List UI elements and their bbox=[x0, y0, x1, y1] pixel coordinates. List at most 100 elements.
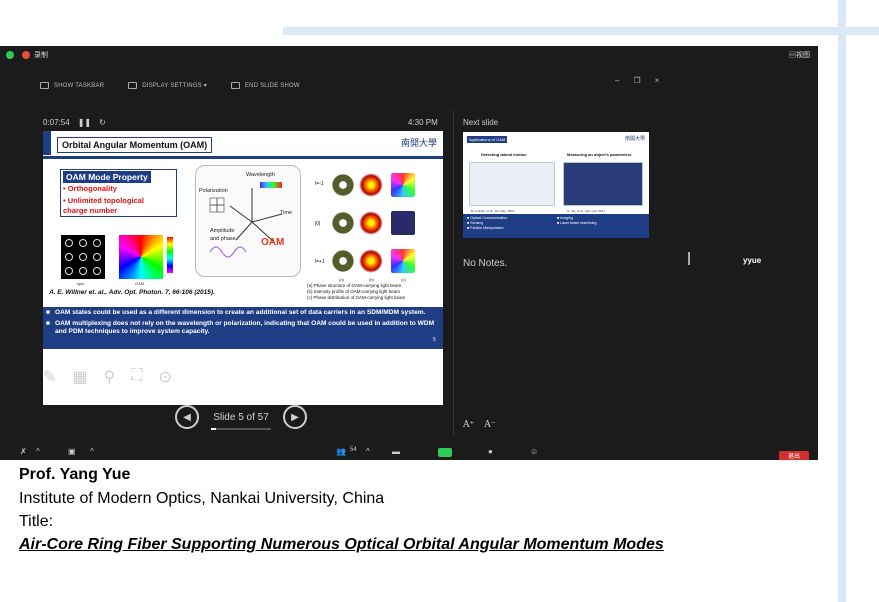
window-controls: – ❐ × bbox=[615, 76, 659, 85]
property-item: charge number bbox=[63, 206, 118, 215]
video-off-icon[interactable]: ▣ bbox=[68, 447, 76, 456]
beam-intensity bbox=[359, 249, 383, 273]
minimize-icon[interactable]: – bbox=[615, 76, 619, 85]
dimensions-diagram: Wavelength Polarization Time Amplitude a… bbox=[195, 165, 301, 277]
slide-reference: A. E. Willner et. al., Adv. Opt. Photon.… bbox=[49, 289, 215, 296]
next-slide-figure-right bbox=[563, 162, 643, 206]
close-icon[interactable]: × bbox=[655, 76, 660, 85]
chat-icon[interactable]: ▬ bbox=[392, 447, 400, 456]
record-button-icon[interactable]: ● bbox=[488, 447, 493, 456]
timer-row: 0:07:54 ❚❚ ↻ bbox=[43, 118, 106, 127]
phase-colorbar bbox=[167, 237, 173, 273]
increase-font-icon[interactable]: A⁺ bbox=[463, 420, 474, 430]
next-slide-heading-left: Detecting lateral motion bbox=[481, 152, 527, 157]
beam-intensity bbox=[359, 211, 383, 235]
end-slide-show-label: END SLIDE SHOW bbox=[244, 82, 300, 89]
decorative-horizontal-line bbox=[283, 27, 879, 35]
row-label: l=+1 bbox=[315, 259, 325, 265]
diagram-axes bbox=[209, 182, 283, 258]
all-slides-icon[interactable]: ▦ bbox=[72, 367, 87, 387]
next-slide-bullet: ■ Particle Manipulation bbox=[467, 226, 504, 230]
zoom-icon[interactable]: ⚲ bbox=[104, 367, 116, 387]
record-icon bbox=[22, 51, 30, 59]
img-label-oam: OAM bbox=[135, 281, 145, 286]
img-label-spin: spin bbox=[77, 281, 85, 286]
annotation-tools: ✎ ▦ ⚲ ⛶ ⊙ bbox=[43, 367, 172, 387]
view-button[interactable]: ▤视图 bbox=[789, 50, 810, 60]
pause-icon[interactable]: ❚❚ bbox=[78, 118, 91, 127]
next-slide-figure-left bbox=[469, 162, 555, 206]
chevron-up-icon[interactable]: ^ bbox=[90, 447, 94, 456]
figure-caption: (c) Phase distribution of OAM-carrying l… bbox=[307, 295, 406, 300]
clock: 4:30 PM bbox=[408, 118, 438, 127]
slide-left-band bbox=[43, 131, 51, 155]
show-taskbar-button[interactable]: SHOW TASKBAR bbox=[40, 82, 104, 89]
talk-title-label: Title: bbox=[19, 513, 54, 530]
figure-caption: (a) Phase structure of OAM-carrying ligh… bbox=[307, 283, 402, 288]
decrease-font-icon[interactable]: A⁻ bbox=[484, 420, 495, 430]
chevron-up-icon[interactable]: ^ bbox=[36, 447, 40, 456]
beam-intensity bbox=[359, 173, 383, 197]
slide-bullet-box: OAM states could be used as a different … bbox=[43, 307, 443, 349]
slide-bullet: OAM states could be used as a different … bbox=[46, 309, 437, 317]
beam-phase-distribution bbox=[391, 211, 415, 235]
slide-page-number: 5 bbox=[433, 337, 436, 343]
presenter-institute: Institute of Modern Optics, Nankai Unive… bbox=[19, 490, 385, 507]
reset-timer-icon[interactable]: ↻ bbox=[99, 118, 106, 127]
beam-phase-structure bbox=[331, 249, 355, 273]
pane-divider[interactable] bbox=[453, 110, 454, 435]
display-settings-button[interactable]: DISPLAY SETTINGS ▾ bbox=[128, 82, 207, 89]
next-slide-preview[interactable]: Applications of OAM 南開大學 Detecting later… bbox=[463, 132, 649, 238]
label-wavelength: Wavelength bbox=[246, 172, 275, 178]
meeting-bottom-bar: ✗ ^ ▣ ^ 👥 54 ^ ▬ ● ☺ bbox=[0, 444, 818, 460]
col-label: (a) bbox=[339, 277, 344, 282]
end-slide-show-button[interactable]: END SLIDE SHOW bbox=[230, 82, 300, 89]
restore-icon[interactable]: ❐ bbox=[633, 76, 640, 85]
share-screen-button[interactable] bbox=[438, 448, 452, 457]
label-time: Time bbox=[280, 210, 293, 216]
display-icon bbox=[128, 82, 138, 89]
reactions-icon[interactable]: ☺ bbox=[530, 447, 538, 456]
end-show-icon bbox=[230, 82, 240, 89]
end-meeting-button[interactable]: 退出 bbox=[779, 451, 809, 460]
next-slide-bullet: ■ Laser beam machining bbox=[557, 221, 597, 225]
more-options-icon[interactable]: ⊙ bbox=[158, 367, 171, 387]
meeting-top-strip: 录制 ▤视图 bbox=[0, 46, 818, 64]
mute-icon[interactable]: ✗ bbox=[20, 447, 27, 456]
label-and-phase: and phase bbox=[210, 236, 236, 242]
decorative-vertical-line bbox=[838, 0, 846, 602]
screenshot-stage: 录制 ▤视图 SHOW TASKBAR DISPLAY SETTINGS ▾ E… bbox=[0, 0, 879, 602]
beam-phase-distribution bbox=[391, 173, 415, 197]
participants-count: 54 bbox=[350, 447, 357, 453]
oam-phase-image bbox=[119, 235, 163, 279]
label-amplitude: Amplitude bbox=[210, 228, 235, 234]
pen-icon[interactable]: ✎ bbox=[43, 367, 56, 387]
show-taskbar-label: SHOW TASKBAR bbox=[54, 82, 105, 89]
shield-icon bbox=[6, 51, 14, 59]
previous-slide-button[interactable]: ◀ bbox=[175, 405, 199, 429]
col-label: (b) bbox=[369, 277, 374, 282]
next-slide-ref-right: G. Xie, et al., Opt. Lett. 2017 bbox=[567, 209, 606, 213]
display-settings-label: DISPLAY SETTINGS ▾ bbox=[142, 83, 207, 89]
participants-icon[interactable]: 👥 bbox=[336, 447, 346, 456]
presenter-name: Prof. Yang Yue bbox=[19, 466, 131, 483]
next-slide-bullet-box: ■ Optical Communication ■ Sensing ■ Part… bbox=[463, 214, 649, 238]
spin-mode-image bbox=[61, 235, 105, 279]
next-slide-title: Applications of OAM bbox=[467, 136, 508, 143]
talk-title: Air-Core Ring Fiber Supporting Numerous … bbox=[19, 536, 664, 553]
next-slide-logo: 南開大學 bbox=[624, 136, 645, 142]
pointer-screen-icon[interactable]: ⛶ bbox=[131, 367, 142, 387]
label-polarization: Polarization bbox=[199, 188, 228, 194]
elapsed-time: 0:07:54 bbox=[43, 118, 70, 127]
font-size-controls: A⁺ A⁻ bbox=[463, 420, 496, 430]
next-slide-button[interactable]: ▶ bbox=[283, 405, 307, 429]
chevron-up-icon[interactable]: ^ bbox=[366, 447, 370, 456]
slide-bullet: OAM multiplexing does not rely on the wa… bbox=[46, 320, 437, 336]
active-speaker-name: yyue bbox=[743, 256, 762, 265]
current-slide: Orbital Angular Momentum (OAM) 南開大學 OAM … bbox=[43, 131, 443, 405]
notes-splitter[interactable] bbox=[688, 252, 690, 265]
slide-title: Orbital Angular Momentum (OAM) bbox=[57, 137, 213, 153]
property-item: • Orthogonality bbox=[63, 184, 117, 193]
presenter-toolbar: SHOW TASKBAR DISPLAY SETTINGS ▾ END SLID… bbox=[40, 82, 300, 89]
taskbar-icon bbox=[40, 82, 49, 89]
